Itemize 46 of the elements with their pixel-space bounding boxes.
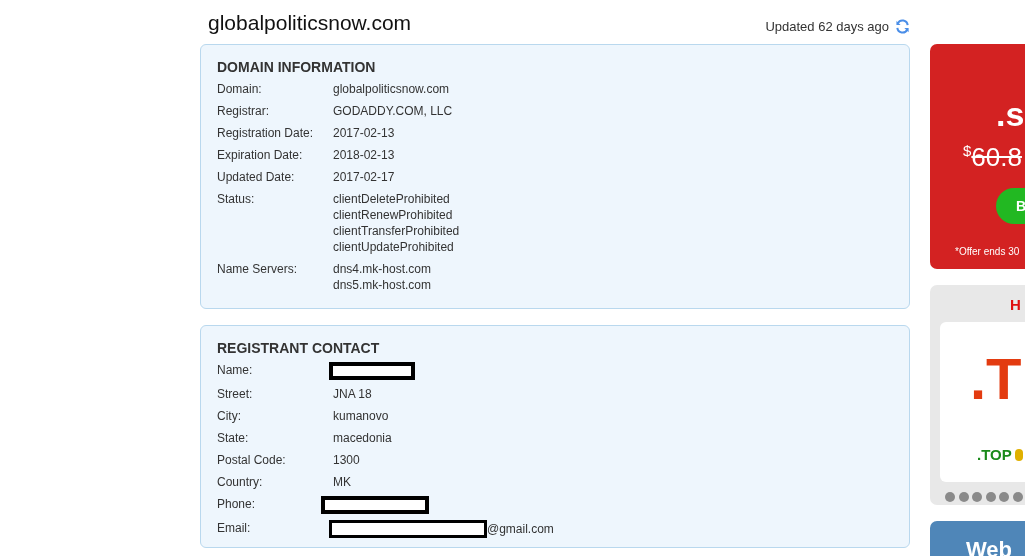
- field-label: Name Servers:: [217, 261, 299, 278]
- ad-big-text: .T: [970, 345, 1023, 413]
- field-value: 2018-02-13: [333, 147, 395, 163]
- field-label: Phone:: [217, 496, 257, 513]
- field-value: globalpoliticsnow.com: [333, 81, 450, 97]
- ad-caption: .TOP: [977, 446, 1025, 463]
- offer-note: *Offer ends 30: [955, 245, 1021, 257]
- field-label: Domain:: [217, 81, 263, 97]
- field-label: Registrar:: [217, 103, 270, 119]
- field-value: JNA 18: [333, 386, 372, 402]
- field-value: GODADDY.COM, LLC: [333, 103, 453, 119]
- slide-card[interactable]: .T .TOP: [940, 322, 1025, 482]
- section-heading: REGISTRANT CONTACT: [217, 339, 381, 357]
- site-title: globalpoliticsnow.com: [208, 10, 412, 36]
- old-price: $^{$}$60.8: [963, 140, 1023, 174]
- field-value: @gmail.com: [487, 521, 554, 537]
- field-value: dns5.mk-host.com: [333, 277, 432, 293]
- field-label: State:: [217, 430, 250, 446]
- field-value: dns4.mk-host.com: [333, 261, 432, 277]
- field-value: 2017-02-17: [333, 169, 395, 185]
- buy-button[interactable]: B: [996, 187, 1025, 224]
- field-value: kumanovo: [333, 408, 389, 424]
- ad-headline: .s: [996, 94, 1025, 134]
- field-label: Expiration Date:: [217, 147, 304, 163]
- field-value: 2017-02-13: [333, 125, 395, 141]
- field-label: City:: [217, 408, 242, 424]
- ad-title: H: [1010, 296, 1022, 314]
- field-label: Registration Date:: [217, 125, 315, 141]
- field-value: 1300: [333, 452, 360, 468]
- field-label: Country:: [217, 474, 264, 490]
- offer-ad-card[interactable]: .s $^{$}$60.8 B *Offer ends 30: [930, 44, 1025, 269]
- field-value: clientTransferProhibited: [333, 223, 460, 239]
- field-label: Status:: [217, 191, 256, 208]
- field-value: clientUpdateProhibited: [333, 239, 455, 255]
- field-label: Postal Code:: [217, 452, 287, 468]
- field-label: Street:: [217, 386, 254, 402]
- field-value: MK: [333, 474, 351, 490]
- field-value: macedonia: [333, 430, 392, 446]
- section-heading: DOMAIN INFORMATION: [217, 58, 377, 76]
- field-value: clientRenewProhibited: [333, 207, 454, 223]
- field-label: Email:: [217, 520, 252, 537]
- field-value: clientDeleteProhibited: [333, 191, 451, 207]
- refresh-icon[interactable]: [895, 19, 910, 34]
- field-label: Name:: [217, 362, 254, 379]
- updated-text: Updated 62 days ago: [765, 19, 889, 34]
- field-label: Updated Date:: [217, 169, 296, 185]
